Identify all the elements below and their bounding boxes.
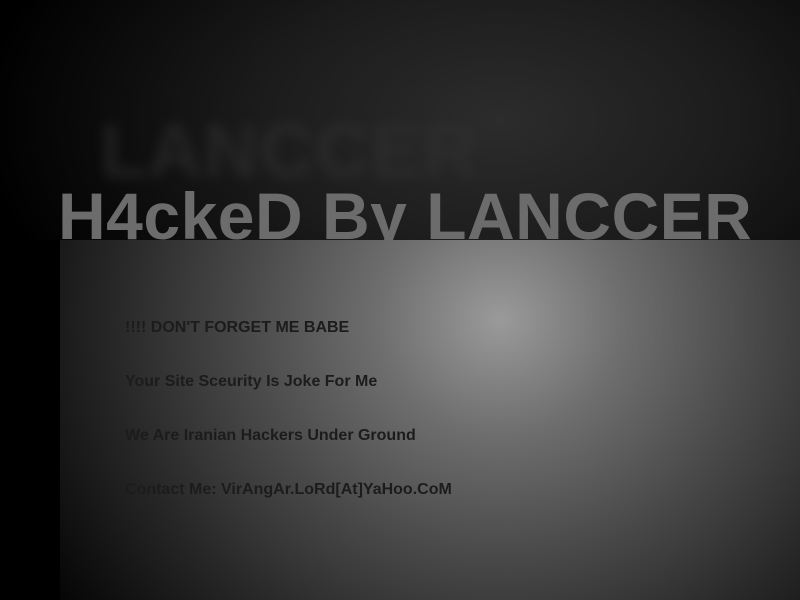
message-line: !!!! DON'T FORGET ME BABE [125, 319, 350, 336]
contact-line: Contact Me: VirAngAr.LoRd[At]YaHoo.CoM [125, 481, 452, 498]
message-line: Your Site Sceurity Is Joke For Me [125, 373, 378, 390]
headline-container: H4ckeD By LANCCER [0, 170, 800, 240]
page-headline: H4ckeD By LANCCER [58, 179, 753, 240]
message-list: !!!! DON'T FORGET ME BABE Your Site Sceu… [125, 318, 725, 534]
message-line: We Are Iranian Hackers Under Ground [125, 427, 416, 444]
defacement-page: LANCCER H4ckeD By LANCCER !!!! DON'T FOR… [0, 0, 800, 600]
left-shade [0, 240, 60, 600]
